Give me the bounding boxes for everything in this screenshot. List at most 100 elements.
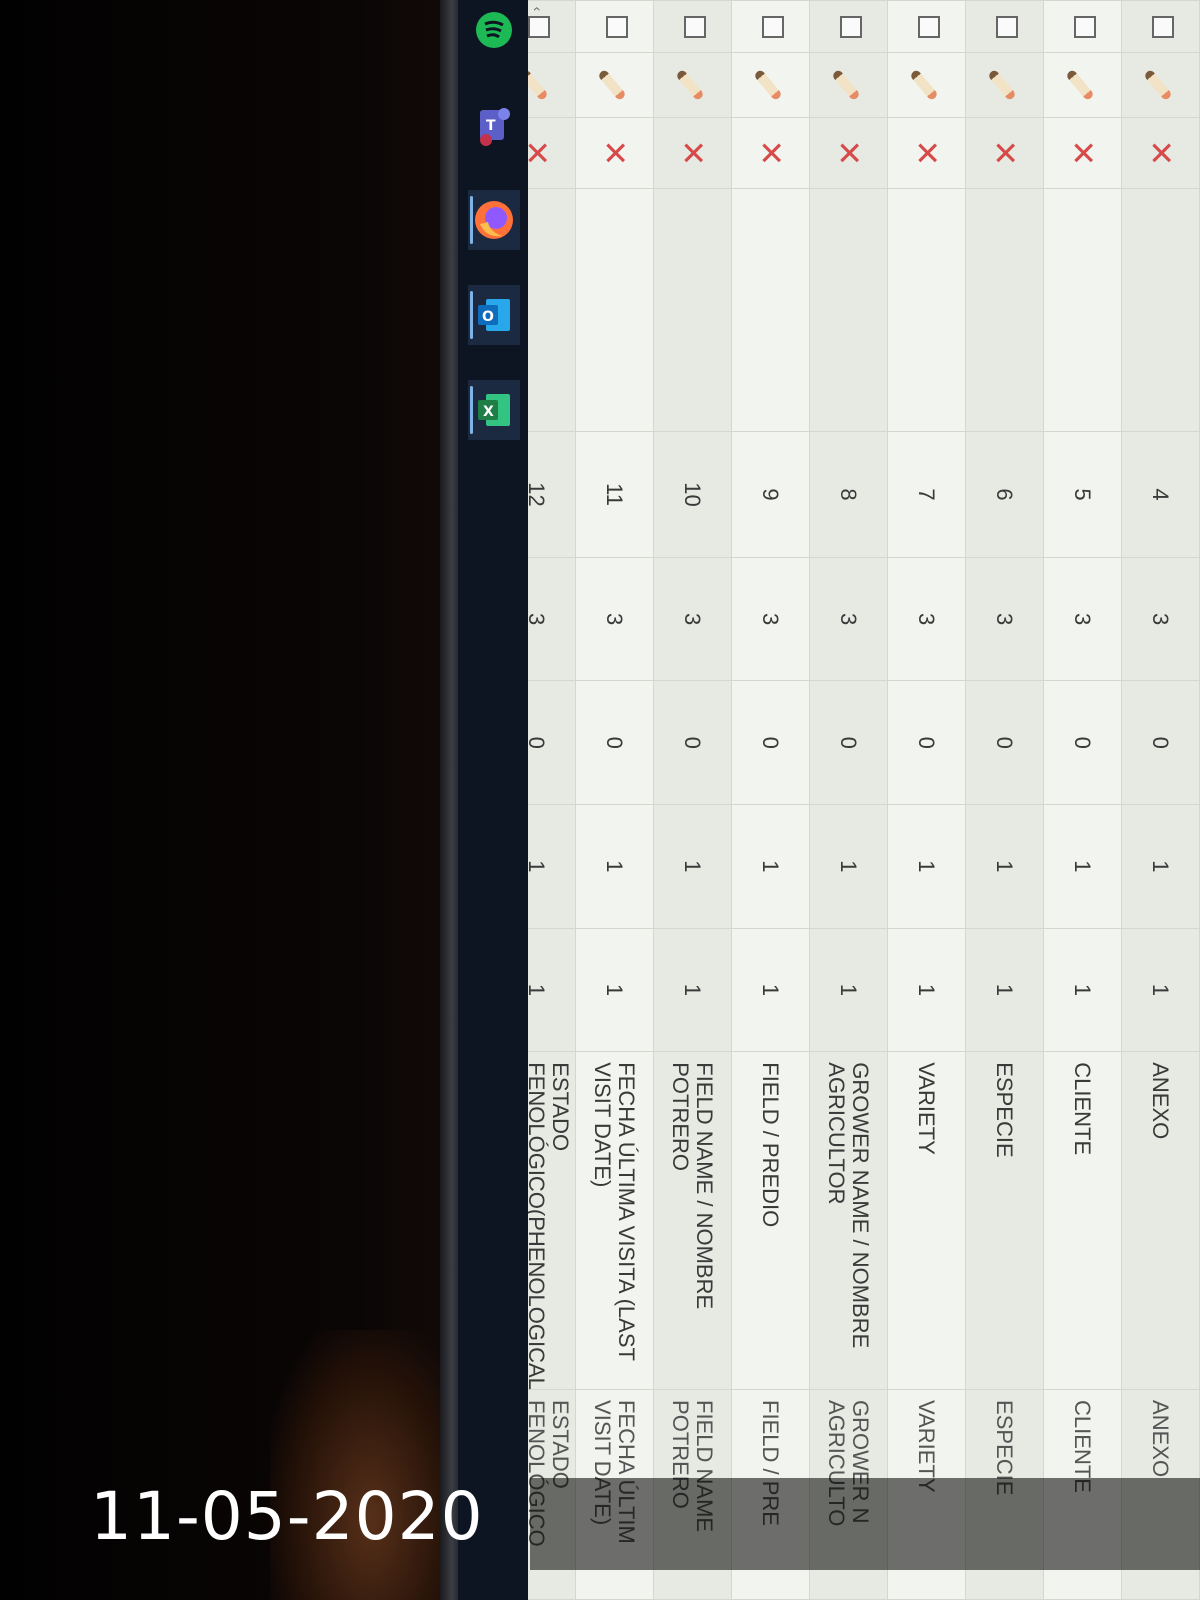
- value-cell: 0: [887, 680, 966, 805]
- taskbar-app-teams[interactable]: T: [468, 95, 520, 155]
- empty-cell: [1043, 188, 1122, 432]
- delete-row-button[interactable]: ✕: [653, 117, 732, 189]
- table-row: ✕123011ESTADO FENOLÓGICO(PHENOLOGICAL ST…: [528, 0, 576, 1600]
- empty-cell: [731, 188, 810, 432]
- delete-row-button[interactable]: ✕: [1043, 117, 1122, 189]
- delete-row-button[interactable]: ✕: [1121, 117, 1200, 189]
- row-select-checkbox[interactable]: [575, 0, 654, 53]
- field-label-cell: ANEXO: [1121, 1051, 1200, 1390]
- row-select-checkbox[interactable]: [1043, 0, 1122, 53]
- delete-x-icon: ✕: [1143, 139, 1179, 167]
- value-cell: 3: [1121, 557, 1200, 681]
- edit-row-button[interactable]: [528, 52, 576, 118]
- pencil-icon: [597, 68, 628, 102]
- field-label-cell: FIELD NAME / NOMBRE POTRERO: [653, 1051, 732, 1390]
- table-row: ✕ 7 3 0 1 1 VARIETY VARIETY: [887, 0, 966, 1600]
- taskbar-app-spotify[interactable]: [468, 0, 520, 60]
- order-cell: 9: [731, 431, 810, 558]
- row-select-checkbox[interactable]: [887, 0, 966, 53]
- firefox-icon: [475, 201, 513, 239]
- checkbox-icon: [996, 15, 1019, 38]
- delete-x-icon: ✕: [1065, 139, 1101, 167]
- field-label-cell: ESTADO FENOLÓGICO(PHENOLOGICAL STATUS): [528, 1051, 576, 1390]
- delete-row-button[interactable]: ✕: [887, 117, 966, 189]
- value-cell: 3: [965, 557, 1044, 681]
- value-cell: 3: [653, 557, 732, 681]
- value-cell: 0: [528, 680, 576, 805]
- edit-row-button[interactable]: [809, 52, 888, 118]
- edit-row-button[interactable]: [1043, 52, 1122, 118]
- value-cell: 1: [653, 804, 732, 929]
- checkbox-icon: [528, 15, 551, 38]
- table-row: ✕ 4 3 0 1 1 ANEXO ANEXO: [1121, 0, 1200, 1600]
- delete-x-icon: ✕: [528, 139, 555, 166]
- value-cell: 3: [731, 557, 810, 681]
- taskbar-app-excel[interactable]: X: [468, 380, 520, 440]
- active-indicator: [470, 386, 473, 434]
- empty-cell: [528, 188, 576, 432]
- table-row: ✕ 6 3 0 1 1 ESPECIE ESPECIE: [965, 0, 1044, 1600]
- taskbar-app-firefox[interactable]: [468, 190, 520, 250]
- row-select-checkbox[interactable]: [965, 0, 1044, 53]
- edit-row-button[interactable]: [1121, 52, 1200, 118]
- value-cell: 1: [965, 804, 1044, 929]
- value-cell: 1: [653, 928, 732, 1052]
- delete-row-button[interactable]: ✕: [528, 117, 576, 189]
- edit-row-button[interactable]: [653, 52, 732, 118]
- checkbox-icon: [1074, 15, 1097, 38]
- empty-cell: [575, 188, 654, 432]
- value-cell: 1: [887, 928, 966, 1052]
- delete-x-icon: ✕: [753, 139, 789, 167]
- edit-row-button[interactable]: [575, 52, 654, 118]
- excel-icon: X: [478, 394, 510, 426]
- row-select-checkbox[interactable]: [1121, 0, 1200, 53]
- monitor-bezel: [440, 0, 460, 1600]
- value-cell: 1: [965, 928, 1044, 1052]
- delete-row-button[interactable]: ✕: [731, 117, 810, 189]
- row-select-checkbox[interactable]: [731, 0, 810, 53]
- svg-text:O: O: [482, 309, 494, 325]
- taskbar-app-outlook[interactable]: O: [468, 285, 520, 345]
- table-row: ✕ 9 3 0 1 1 FIELD / PREDIO FIELD / PRE: [731, 0, 810, 1600]
- order-cell: 6: [965, 431, 1044, 558]
- row-select-checkbox[interactable]: [653, 0, 732, 53]
- order-cell: 7: [887, 431, 966, 558]
- pencil-icon: [1065, 68, 1096, 102]
- value-cell: 0: [965, 680, 1044, 805]
- value-cell: 1: [1121, 804, 1200, 929]
- delete-x-icon: ✕: [987, 139, 1023, 167]
- order-cell: 5: [1043, 431, 1122, 558]
- value-cell: 0: [1043, 680, 1122, 805]
- table-row: ✕ 8 3 0 1 1 GROWER NAME / NOMBRE AGRICULTOR GRO…: [809, 0, 888, 1600]
- order-cell: 12: [528, 431, 576, 558]
- order-cell: 10: [653, 431, 732, 558]
- field-label-cell: GROWER NAME / NOMBRE AGRICULTOR: [809, 1051, 888, 1390]
- value-cell: 1: [528, 804, 576, 929]
- order-cell: 11: [575, 431, 654, 558]
- field-label-cell: CLIENTE: [1043, 1051, 1122, 1390]
- teams-icon: T: [480, 108, 510, 146]
- checkbox-icon: [606, 15, 629, 38]
- table-row: ✕ 10 3 0 1 1 FIELD NAME / NOMBRE POTRERO FIELD …: [653, 0, 732, 1600]
- delete-row-button[interactable]: ✕: [965, 117, 1044, 189]
- checkbox-icon: [762, 15, 785, 38]
- edit-row-button[interactable]: [731, 52, 810, 118]
- edit-row-button[interactable]: [965, 52, 1044, 118]
- edit-row-button[interactable]: [887, 52, 966, 118]
- value-cell: 3: [575, 557, 654, 681]
- value-cell: 1: [575, 928, 654, 1052]
- table-row: ✕ 11 3 0 1 1 FECHA ÚLTIMA VISITA (LAST VISIT D…: [575, 0, 654, 1600]
- field-label-cell: FECHA ÚLTIMA VISITA (LAST VISIT DATE): [575, 1051, 654, 1390]
- delete-x-icon: ✕: [675, 139, 711, 167]
- scroll-left-arrow-icon[interactable]: ‹: [528, 0, 548, 18]
- checkbox-icon: [684, 15, 707, 38]
- row-select-checkbox[interactable]: [809, 0, 888, 53]
- svg-text:T: T: [486, 118, 496, 134]
- delete-row-button[interactable]: ✕: [575, 117, 654, 189]
- delete-row-button[interactable]: ✕: [809, 117, 888, 189]
- order-cell: 8: [809, 431, 888, 558]
- order-cell: 4: [1121, 431, 1200, 558]
- outlook-icon: O: [478, 299, 510, 331]
- field-label-cell: ESPECIE: [965, 1051, 1044, 1390]
- monitor-screen: ✕ 4 3 0 1 1 ANEXO ANEXO ✕ 5 3 0 1 1 CLIENTE CLIENTE ✕ 6 3 0…: [528, 0, 1200, 1600]
